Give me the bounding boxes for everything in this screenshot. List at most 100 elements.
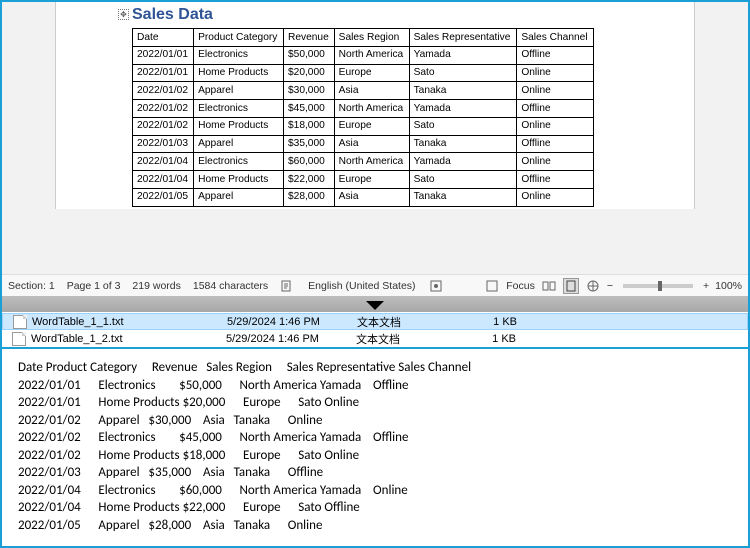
table-cell[interactable]: Apparel (194, 82, 284, 100)
zoom-out-button[interactable]: − (607, 280, 613, 292)
table-cell[interactable]: 2022/01/05 (133, 188, 194, 206)
table-cell[interactable]: $22,000 (283, 171, 334, 189)
table-cell[interactable]: $60,000 (283, 153, 334, 171)
table-cell[interactable]: Europe (334, 117, 409, 135)
table-cell[interactable]: 2022/01/02 (133, 117, 194, 135)
table-move-handle-icon[interactable]: ✥ (118, 9, 129, 20)
table-cell[interactable]: Electronics (194, 46, 284, 64)
preview-line: 2022/01/02 Electronics $45,000 North Ame… (18, 429, 732, 447)
table-row[interactable]: 2022/01/02Home Products$18,000EuropeSato… (133, 117, 594, 135)
table-cell[interactable]: Online (517, 117, 594, 135)
table-cell[interactable]: Yamada (409, 100, 517, 118)
table-cell[interactable]: Home Products (194, 117, 284, 135)
table-cell[interactable]: Asia (334, 82, 409, 100)
status-section[interactable]: Section: 1 (8, 280, 55, 292)
table-cell[interactable]: 2022/01/04 (133, 171, 194, 189)
table-header-cell[interactable]: Sales Channel (517, 29, 594, 47)
file-row[interactable]: WordTable_1_2.txt5/29/2024 1:46 PM文本文档1 … (2, 330, 748, 347)
sales-table[interactable]: DateProduct CategoryRevenueSales RegionS… (132, 28, 594, 207)
table-row[interactable]: 2022/01/04Home Products$22,000EuropeSato… (133, 171, 594, 189)
table-row[interactable]: 2022/01/03Apparel$35,000AsiaTanakaOfflin… (133, 135, 594, 153)
file-icon (12, 332, 26, 346)
table-cell[interactable]: Apparel (194, 135, 284, 153)
preview-line: 2022/01/03 Apparel $35,000 Asia Tanaka O… (18, 464, 732, 482)
file-name: WordTable_1_1.txt (32, 316, 227, 328)
macro-icon[interactable] (428, 278, 444, 294)
file-row[interactable]: WordTable_1_1.txt5/29/2024 1:46 PM文本文档1 … (2, 313, 748, 330)
table-cell[interactable]: 2022/01/02 (133, 82, 194, 100)
table-row[interactable]: 2022/01/05Apparel$28,000AsiaTanakaOnline (133, 188, 594, 206)
table-cell[interactable]: Home Products (194, 171, 284, 189)
table-row[interactable]: 2022/01/02Electronics$45,000North Americ… (133, 100, 594, 118)
table-cell[interactable]: $45,000 (283, 100, 334, 118)
table-cell[interactable]: Asia (334, 188, 409, 206)
read-mode-icon[interactable] (541, 278, 557, 294)
table-cell[interactable]: Europe (334, 171, 409, 189)
table-cell[interactable]: Online (517, 188, 594, 206)
table-cell[interactable]: Tanaka (409, 188, 517, 206)
table-cell[interactable]: Apparel (194, 188, 284, 206)
zoom-in-button[interactable]: + (703, 280, 709, 292)
table-cell[interactable]: North America (334, 100, 409, 118)
table-header-cell[interactable]: Revenue (283, 29, 334, 47)
table-cell[interactable]: Offline (517, 135, 594, 153)
table-header-cell[interactable]: Sales Representative (409, 29, 517, 47)
table-cell[interactable]: Electronics (194, 100, 284, 118)
table-cell[interactable]: Home Products (194, 64, 284, 82)
arrow-down-icon (366, 301, 384, 310)
table-cell[interactable]: Sato (409, 171, 517, 189)
table-cell[interactable]: 2022/01/04 (133, 153, 194, 171)
table-cell[interactable]: $35,000 (283, 135, 334, 153)
table-row[interactable]: 2022/01/01Electronics$50,000North Americ… (133, 46, 594, 64)
table-header-cell[interactable]: Product Category (194, 29, 284, 47)
table-cell[interactable]: Online (517, 82, 594, 100)
focus-mode-icon[interactable] (484, 278, 500, 294)
status-chars[interactable]: 1584 characters (193, 280, 268, 292)
table-row[interactable]: 2022/01/01Home Products$20,000EuropeSato… (133, 64, 594, 82)
table-cell[interactable]: Europe (334, 64, 409, 82)
table-cell[interactable]: 2022/01/03 (133, 135, 194, 153)
file-size: 1 KB (456, 333, 516, 345)
zoom-slider[interactable] (623, 284, 693, 288)
table-cell[interactable]: $18,000 (283, 117, 334, 135)
table-cell[interactable]: Electronics (194, 153, 284, 171)
table-cell[interactable]: Sato (409, 117, 517, 135)
print-layout-icon[interactable] (563, 278, 579, 294)
table-cell[interactable]: Offline (517, 171, 594, 189)
document-area[interactable]: ✥ Sales Data DateProduct CategoryRevenue… (2, 2, 748, 274)
table-cell[interactable]: 2022/01/01 (133, 46, 194, 64)
table-cell[interactable]: Yamada (409, 153, 517, 171)
table-cell[interactable]: $50,000 (283, 46, 334, 64)
preview-line: 2022/01/01 Home Products $20,000 Europe … (18, 394, 732, 412)
table-header-cell[interactable]: Date (133, 29, 194, 47)
table-cell[interactable]: Tanaka (409, 82, 517, 100)
table-cell[interactable]: Tanaka (409, 135, 517, 153)
table-header-cell[interactable]: Sales Region (334, 29, 409, 47)
table-cell[interactable]: $28,000 (283, 188, 334, 206)
web-layout-icon[interactable] (585, 278, 601, 294)
spellcheck-icon[interactable] (280, 278, 296, 294)
table-cell[interactable]: Online (517, 64, 594, 82)
zoom-percent[interactable]: 100% (715, 280, 742, 292)
focus-label[interactable]: Focus (506, 280, 535, 292)
table-cell[interactable]: Asia (334, 135, 409, 153)
table-cell[interactable]: Offline (517, 46, 594, 64)
table-cell[interactable]: Online (517, 153, 594, 171)
file-list[interactable]: WordTable_1_1.txt5/29/2024 1:46 PM文本文档1 … (2, 312, 748, 347)
table-row[interactable]: 2022/01/04Electronics$60,000North Americ… (133, 153, 594, 171)
table-row[interactable]: 2022/01/02Apparel$30,000AsiaTanakaOnline (133, 82, 594, 100)
table-cell[interactable]: Offline (517, 100, 594, 118)
table-cell[interactable]: Yamada (409, 46, 517, 64)
table-cell[interactable]: 2022/01/01 (133, 64, 194, 82)
table-cell[interactable]: $30,000 (283, 82, 334, 100)
status-language[interactable]: English (United States) (308, 280, 415, 292)
preview-header: Date Product Category Revenue Sales Regi… (18, 359, 732, 377)
status-page[interactable]: Page 1 of 3 (67, 280, 121, 292)
table-cell[interactable]: North America (334, 153, 409, 171)
table-cell[interactable]: 2022/01/02 (133, 100, 194, 118)
table-cell[interactable]: $20,000 (283, 64, 334, 82)
table-cell[interactable]: North America (334, 46, 409, 64)
file-name: WordTable_1_2.txt (31, 333, 226, 345)
status-words[interactable]: 219 words (132, 280, 180, 292)
table-cell[interactable]: Sato (409, 64, 517, 82)
